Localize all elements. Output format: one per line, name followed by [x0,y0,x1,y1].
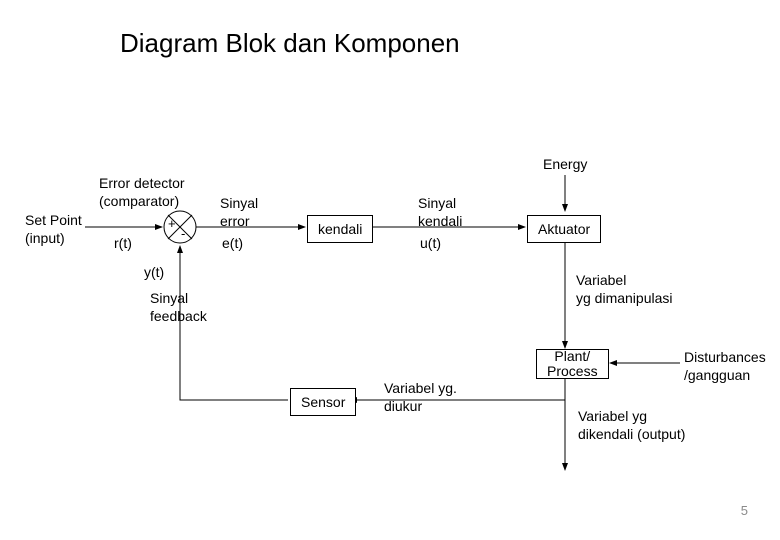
yt-label: y(t) [144,264,164,282]
minus-sign: - [181,226,185,242]
sinyal-kendali-label: Sinyal kendali [418,195,462,230]
et-label: e(t) [222,235,243,253]
set-point-label: Set Point (input) [25,212,82,247]
sensor-text: Sensor [301,394,345,410]
var-manipulasi-label: Variabel yg dimanipulasi [576,272,673,307]
plant-block: Plant/ Process [536,349,609,379]
slide-number: 5 [741,503,748,518]
error-detector-label: Error detector (comparator) [99,175,185,210]
diagram-lines [0,0,780,540]
ut-label: u(t) [420,235,441,253]
aktuator-block: Aktuator [527,215,601,243]
kendali-block: kendali [307,215,373,243]
sensor-block: Sensor [290,388,356,416]
var-output-label: Variabel yg dikendali (output) [578,408,685,443]
rt-label: r(t) [114,235,132,253]
var-diukur-label: Variabel yg. diukur [384,380,457,415]
aktuator-text: Aktuator [538,221,590,237]
kendali-text: kendali [318,221,362,237]
sinyal-feedback-label: Sinyal feedback [150,290,207,325]
energy-label: Energy [543,156,587,174]
plant-text: Plant/ Process [547,349,598,380]
diagram-stage: Diagram Blok dan Komponen [0,0,780,540]
disturbances-label: Disturbances /gangguan [684,349,766,384]
sinyal-error-label: Sinyal error [220,195,258,230]
plus-sign: + [168,216,176,232]
